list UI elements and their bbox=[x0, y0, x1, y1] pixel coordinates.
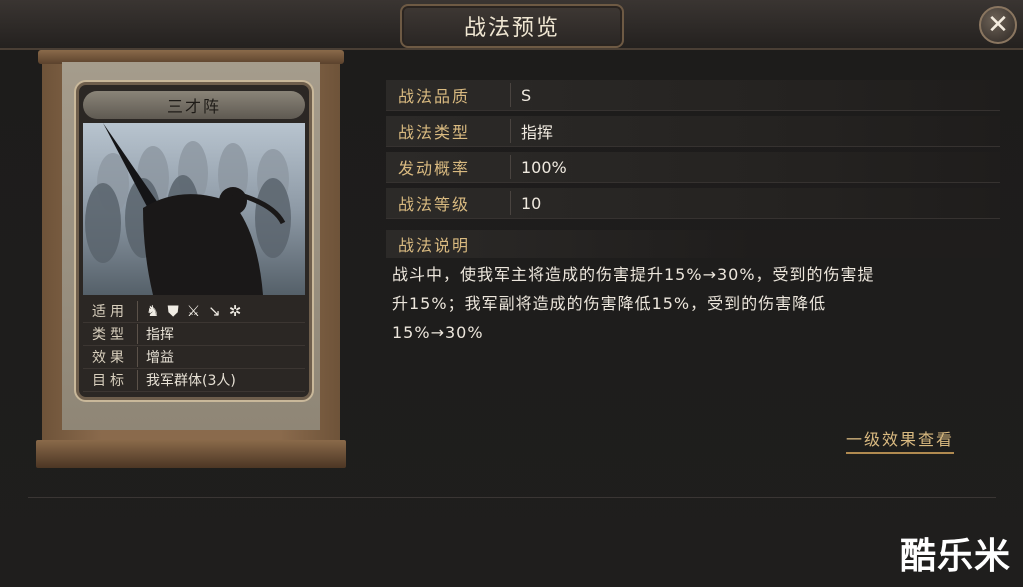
info-row-level: 战法等级 10 bbox=[386, 188, 1000, 219]
info-value: S bbox=[521, 85, 532, 105]
skill-card-attributes: 适用 ♞ ⛊ ⚔ ↘ ✲ 类型 指挥 效果 增益 目标 我军群体(3人) bbox=[83, 300, 305, 392]
scroll-bottom-rod bbox=[36, 440, 346, 468]
close-button[interactable]: ✕ bbox=[979, 6, 1017, 44]
card-row-effect: 效果 增益 bbox=[83, 346, 305, 369]
info-row-quality: 战法品质 S bbox=[386, 80, 1000, 111]
card-row-value: 指挥 bbox=[146, 327, 174, 343]
info-value: 指挥 bbox=[521, 123, 554, 142]
title-bar: 战法预览 ✕ bbox=[0, 0, 1023, 50]
card-row-label: 目标 bbox=[83, 370, 138, 390]
info-label: 战法品质 bbox=[386, 83, 511, 107]
skill-artwork bbox=[83, 123, 305, 295]
info-value: 10 bbox=[521, 193, 542, 213]
game-window: 战法预览 ✕ 三才阵 适用 ♞ ⛊ ⚔ ↘ ✲ 类型 指挥 效果 增益 目标 我… bbox=[0, 0, 1023, 587]
description-text: 战斗中，使我军主将造成的伤害提升15%→30%，受到的伤害提 升15%；我军副将… bbox=[392, 260, 992, 347]
info-row-type: 战法类型 指挥 bbox=[386, 116, 1000, 147]
card-row-target: 目标 我军群体(3人) bbox=[83, 369, 305, 392]
card-row-label: 适用 bbox=[83, 301, 138, 321]
info-value: 100% bbox=[521, 157, 567, 177]
card-row-applicable: 适用 ♞ ⛊ ⚔ ↘ ✲ bbox=[83, 300, 305, 323]
shield-icon: ⛊ bbox=[167, 302, 179, 320]
bottom-divider bbox=[28, 497, 996, 498]
close-icon: ✕ bbox=[987, 10, 1009, 40]
bow-icon: ⚔ bbox=[186, 302, 201, 320]
description-line: 15%→30% bbox=[392, 323, 484, 342]
spear-icon: ↘ bbox=[208, 302, 221, 320]
info-row-probability: 发动概率 100% bbox=[386, 152, 1000, 183]
card-row-label: 效果 bbox=[83, 347, 138, 367]
info-label: 战法类型 bbox=[386, 119, 511, 143]
description-line: 战斗中，使我军主将造成的伤害提升15%→30%，受到的伤害提 bbox=[392, 265, 875, 284]
info-label: 发动概率 bbox=[386, 155, 511, 179]
description-header: 战法说明 bbox=[386, 230, 1000, 258]
description-line: 升15%；我军副将造成的伤害降低15%，受到的伤害降低 bbox=[392, 294, 827, 313]
card-row-type: 类型 指挥 bbox=[83, 323, 305, 346]
warrior-art bbox=[85, 123, 291, 295]
info-label: 战法等级 bbox=[386, 191, 511, 215]
description-label: 战法说明 bbox=[398, 236, 471, 255]
wheel-icon: ✲ bbox=[228, 302, 242, 320]
skill-name: 三才阵 bbox=[83, 91, 305, 119]
card-row-label: 类型 bbox=[83, 324, 138, 344]
card-row-value: 我军群体(3人) bbox=[146, 373, 236, 389]
title-plate: 战法预览 bbox=[400, 4, 624, 48]
window-title: 战法预览 bbox=[463, 16, 560, 41]
cavalry-icon: ♞ bbox=[146, 302, 160, 320]
level-one-effect-link[interactable]: 一级效果查看 bbox=[846, 426, 955, 454]
card-row-value: 增益 bbox=[146, 350, 174, 366]
skill-card: 三才阵 适用 ♞ ⛊ ⚔ ↘ ✲ 类型 指挥 效果 增益 目标 我军群体(3人) bbox=[76, 82, 312, 400]
troop-type-icons: ♞ ⛊ ⚔ ↘ ✲ bbox=[138, 302, 241, 320]
watermark-logo: 酷乐米 bbox=[899, 536, 1011, 577]
skill-info-panel: 战法品质 S 战法类型 指挥 发动概率 100% 战法等级 10 bbox=[386, 80, 1000, 224]
